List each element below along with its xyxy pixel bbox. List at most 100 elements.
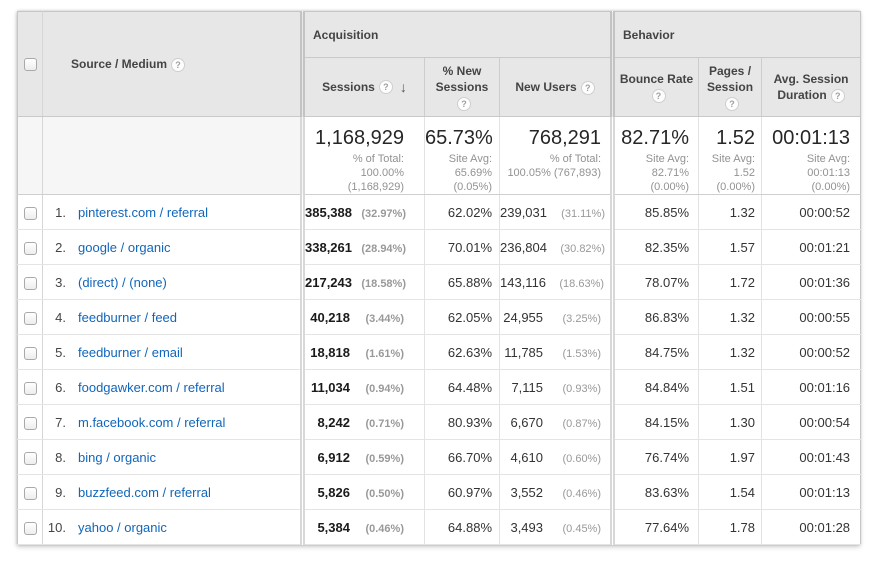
row-checkbox[interactable] bbox=[24, 522, 37, 535]
source-medium-link[interactable]: foodgawker.com / referral bbox=[78, 380, 225, 395]
row-checkbox[interactable] bbox=[24, 347, 37, 360]
sessions-value: 217,243 bbox=[305, 275, 352, 290]
source-medium-link[interactable]: bing / organic bbox=[78, 450, 156, 465]
sessions-value: 6,912 bbox=[317, 450, 350, 465]
sessions-value: 5,384 bbox=[317, 520, 350, 535]
source-medium-link[interactable]: m.facebook.com / referral bbox=[78, 415, 225, 430]
sessions-percent: (3.44%) bbox=[354, 313, 404, 325]
column-header-avg-duration[interactable]: Avg. Session Duration? bbox=[762, 58, 861, 117]
sessions-percent: (0.71%) bbox=[354, 418, 404, 430]
help-icon[interactable]: ? bbox=[379, 80, 393, 94]
sessions-label: Sessions bbox=[322, 80, 375, 94]
pages-session-value: 1.51 bbox=[699, 370, 762, 405]
sessions-percent: (32.97%) bbox=[356, 208, 406, 220]
new-users-value: 3,493 bbox=[510, 520, 543, 535]
sessions-percent: (0.46%) bbox=[354, 523, 404, 535]
row-checkbox[interactable] bbox=[24, 452, 37, 465]
summary-pages-session-subtext: Site Avg: 1.52 (0.00%) bbox=[699, 152, 755, 194]
sessions-percent: (0.94%) bbox=[354, 383, 404, 395]
summary-pages-session: 1.52 Site Avg: 1.52 (0.00%) bbox=[699, 117, 762, 195]
summary-avg-duration: 00:01:13 Site Avg: 00:01:13 (0.00%) bbox=[762, 117, 861, 195]
new-users-percent: (0.87%) bbox=[547, 418, 601, 430]
help-icon[interactable]: ? bbox=[581, 81, 595, 95]
avg-duration-value: 00:00:52 bbox=[762, 195, 861, 230]
select-all-checkbox[interactable] bbox=[24, 58, 37, 71]
row-index: 6. bbox=[43, 380, 66, 395]
summary-avg-duration-subtext: Site Avg: 00:01:13 (0.00%) bbox=[762, 152, 850, 194]
row-index: 4. bbox=[43, 310, 66, 325]
table-row: 6.foodgawker.com / referral 11,034(0.94%… bbox=[18, 370, 861, 405]
row-index: 9. bbox=[43, 485, 66, 500]
bounce-rate-value: 84.75% bbox=[613, 335, 699, 370]
table-row: 3.(direct) / (none) 217,243(18.58%) 65.8… bbox=[18, 265, 861, 300]
sessions-value: 338,261 bbox=[305, 240, 352, 255]
new-users-value: 11,785 bbox=[504, 345, 543, 360]
source-medium-label: Source / Medium bbox=[71, 57, 167, 71]
table-row: 7.m.facebook.com / referral 8,242(0.71%)… bbox=[18, 405, 861, 440]
summary-avg-duration-value: 00:01:13 bbox=[762, 126, 850, 150]
pages-session-value: 1.57 bbox=[699, 230, 762, 265]
table-row: 10.yahoo / organic 5,384(0.46%) 64.88% 3… bbox=[18, 510, 861, 545]
new-users-percent: (31.11%) bbox=[551, 208, 605, 220]
summary-bounce-rate-value: 82.71% bbox=[615, 126, 689, 150]
new-sessions-value: 80.93% bbox=[425, 405, 500, 440]
row-checkbox[interactable] bbox=[24, 242, 37, 255]
row-checkbox[interactable] bbox=[24, 312, 37, 325]
table-row: 2.google / organic 338,261(28.94%) 70.01… bbox=[18, 230, 861, 265]
row-checkbox[interactable] bbox=[24, 417, 37, 430]
source-medium-link[interactable]: google / organic bbox=[78, 240, 171, 255]
source-medium-link[interactable]: feedburner / feed bbox=[78, 310, 177, 325]
help-icon[interactable]: ? bbox=[652, 89, 666, 103]
pages-session-value: 1.32 bbox=[699, 195, 762, 230]
new-users-percent: (0.60%) bbox=[547, 453, 601, 465]
summary-bounce-rate-subtext: Site Avg: 82.71% (0.00%) bbox=[615, 152, 689, 194]
row-checkbox[interactable] bbox=[24, 382, 37, 395]
help-icon[interactable]: ? bbox=[831, 89, 845, 103]
help-icon[interactable]: ? bbox=[171, 58, 185, 72]
bounce-rate-value: 85.85% bbox=[613, 195, 699, 230]
source-medium-link[interactable]: yahoo / organic bbox=[78, 520, 167, 535]
new-users-value: 239,031 bbox=[500, 205, 547, 220]
table-row: 8.bing / organic 6,912(0.59%) 66.70% 4,6… bbox=[18, 440, 861, 475]
new-users-value: 143,116 bbox=[500, 275, 546, 290]
help-icon[interactable]: ? bbox=[457, 97, 471, 111]
pages-session-value: 1.97 bbox=[699, 440, 762, 475]
pages-session-value: 1.32 bbox=[699, 300, 762, 335]
acquisition-group-label: Acquisition bbox=[313, 28, 378, 42]
summary-new-sessions: 65.73% Site Avg: 65.69% (0.05%) bbox=[425, 117, 500, 195]
sort-descending-icon[interactable]: ↓ bbox=[400, 79, 407, 95]
sessions-value: 5,826 bbox=[317, 485, 350, 500]
sessions-percent: (1.61%) bbox=[354, 348, 404, 360]
source-medium-link[interactable]: feedburner / email bbox=[78, 345, 183, 360]
column-header-sessions[interactable]: Sessions? ↓ bbox=[303, 58, 425, 117]
column-header-new-users[interactable]: New Users? bbox=[500, 58, 613, 117]
new-users-value: 6,670 bbox=[510, 415, 543, 430]
source-medium-link[interactable]: buzzfeed.com / referral bbox=[78, 485, 211, 500]
bounce-rate-value: 78.07% bbox=[613, 265, 699, 300]
summary-row: 1,168,929 % of Total: 100.00% (1,168,929… bbox=[18, 117, 861, 195]
column-header-bounce-rate[interactable]: Bounce Rate ? bbox=[613, 58, 699, 117]
avg-duration-value: 00:00:55 bbox=[762, 300, 861, 335]
bounce-rate-value: 84.84% bbox=[613, 370, 699, 405]
new-sessions-value: 70.01% bbox=[425, 230, 500, 265]
row-index: 10. bbox=[43, 520, 66, 535]
column-header-source-medium[interactable]: Source / Medium? bbox=[43, 12, 303, 117]
avg-duration-value: 00:01:16 bbox=[762, 370, 861, 405]
new-users-percent: (30.82%) bbox=[551, 243, 605, 255]
source-medium-link[interactable]: pinterest.com / referral bbox=[78, 205, 208, 220]
row-checkbox[interactable] bbox=[24, 277, 37, 290]
new-users-percent: (18.63%) bbox=[550, 278, 604, 290]
row-checkbox[interactable] bbox=[24, 207, 37, 220]
row-checkbox[interactable] bbox=[24, 487, 37, 500]
column-header-pages-session[interactable]: Pages / Session ? bbox=[699, 58, 762, 117]
new-sessions-value: 60.97% bbox=[425, 475, 500, 510]
table-row: 1.pinterest.com / referral 385,388(32.97… bbox=[18, 195, 861, 230]
summary-new-users: 768,291 % of Total: 100.05% (767,893) bbox=[500, 117, 613, 195]
column-header-new-sessions[interactable]: % New Sessions ? bbox=[425, 58, 500, 117]
summary-checkbox-cell bbox=[18, 117, 43, 195]
help-icon[interactable]: ? bbox=[725, 97, 739, 111]
source-medium-link[interactable]: (direct) / (none) bbox=[78, 275, 167, 290]
summary-new-users-subtext: % of Total: 100.05% (767,893) bbox=[500, 152, 601, 180]
sessions-percent: (28.94%) bbox=[356, 243, 406, 255]
new-users-value: 7,115 bbox=[511, 380, 543, 395]
